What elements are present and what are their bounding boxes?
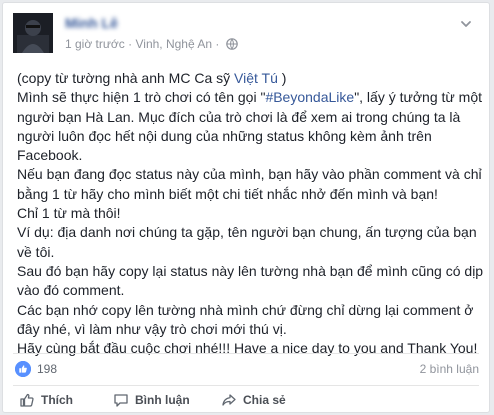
post-meta: 1 giờ trước · Vinh, Nghệ An · bbox=[65, 37, 238, 53]
hashtag-link[interactable]: #BeyondaLike bbox=[265, 89, 354, 105]
meta-separator: · bbox=[128, 37, 133, 51]
avatar[interactable] bbox=[13, 13, 53, 53]
body-text-span: ) bbox=[277, 70, 287, 86]
post-time[interactable]: 1 giờ trước bbox=[65, 37, 125, 51]
post-card: Minh Lê 1 giờ trước · Vinh, Nghệ An · (c… bbox=[2, 2, 490, 413]
divider bbox=[13, 353, 479, 354]
body-paragraph: Sau đó bạn hãy copy lại status này lên t… bbox=[17, 262, 484, 299]
body-paragraph: Mình sẽ thực hiện 1 trò chơi có tên gọi … bbox=[17, 88, 487, 165]
divider bbox=[13, 385, 479, 386]
comment-bubble-icon bbox=[113, 392, 129, 408]
body-paragraph: Ví dụ: địa danh nơi chúng ta gặp, tên ng… bbox=[17, 224, 477, 260]
share-button[interactable]: Chia sẻ bbox=[221, 389, 286, 411]
chevron-down-icon[interactable] bbox=[459, 17, 473, 31]
action-bar: Thích Bình luận Chia sẻ bbox=[13, 389, 473, 411]
reactions-bar: 198 2 bình luận bbox=[15, 361, 479, 379]
comment-count[interactable]: 2 bình luận bbox=[420, 362, 479, 376]
meta-separator: · bbox=[215, 37, 220, 51]
share-arrow-icon bbox=[221, 392, 237, 408]
body-paragraph: Nếu bạn đang đọc status này của mình, bạ… bbox=[17, 166, 482, 202]
like-button[interactable]: Thích bbox=[19, 389, 73, 411]
body-text-span: (copy từ tường nhà anh MC Ca sỹ bbox=[17, 70, 235, 86]
like-button-label: Thích bbox=[41, 393, 73, 407]
post-location[interactable]: Vinh, Nghệ An bbox=[135, 37, 212, 51]
author-name[interactable]: Minh Lê bbox=[65, 15, 118, 31]
author-name-text[interactable]: Minh Lê bbox=[65, 15, 118, 31]
post-header: Minh Lê 1 giờ trước · Vinh, Nghệ An · bbox=[13, 13, 473, 57]
body-paragraph: Hãy cùng bắt đầu cuộc chơi nhé!!! Have a… bbox=[17, 340, 478, 357]
body-paragraph: Chỉ 1 từ mà thôi! bbox=[17, 205, 121, 222]
thumbs-up-icon[interactable] bbox=[15, 361, 31, 377]
thumbs-up-icon bbox=[19, 392, 35, 408]
like-count[interactable]: 198 bbox=[37, 362, 57, 376]
share-button-label: Chia sẻ bbox=[243, 393, 286, 407]
comment-button-label: Bình luận bbox=[135, 393, 190, 407]
body-paragraph: (copy từ tường nhà anh MC Ca sỹ Việt Tú … bbox=[17, 69, 487, 88]
body-text-span: Mình sẽ thực hiện 1 trò chơi có tên gọi … bbox=[17, 89, 266, 106]
comment-button[interactable]: Bình luận bbox=[113, 389, 190, 411]
globe-icon bbox=[225, 38, 238, 53]
mention-link[interactable]: Việt Tú bbox=[234, 70, 278, 86]
post-body: (copy từ tường nhà anh MC Ca sỹ Việt Tú … bbox=[17, 69, 487, 358]
body-paragraph: Các bạn nhớ copy lên tường nhà mình chứ … bbox=[17, 301, 474, 337]
